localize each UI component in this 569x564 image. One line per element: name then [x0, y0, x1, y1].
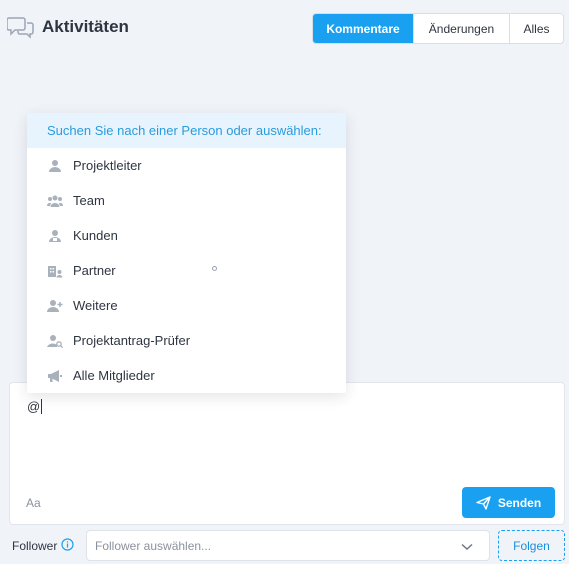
- activity-panel: Aktivitäten Kommentare Änderungen Alles …: [0, 0, 569, 564]
- follow-button[interactable]: Folgen: [498, 530, 565, 561]
- paper-plane-icon: [476, 495, 491, 510]
- mention-item-label: Alle Mitglieder: [73, 368, 155, 383]
- text-caret: [41, 399, 43, 414]
- mention-item-alle-mitglieder[interactable]: Alle Mitglieder: [27, 358, 346, 393]
- megaphone-icon: [47, 368, 63, 384]
- text-format-toggle[interactable]: Aa: [26, 496, 41, 510]
- loading-dot: [212, 266, 217, 271]
- tab-kommentare[interactable]: Kommentare: [313, 14, 413, 43]
- comment-text: @: [27, 399, 41, 414]
- tab-aenderungen[interactable]: Änderungen: [413, 14, 509, 43]
- building-person-icon: [47, 263, 63, 279]
- activity-header: Aktivitäten Kommentare Änderungen Alles: [0, 0, 569, 56]
- follower-select[interactable]: Follower auswählen...: [86, 530, 490, 561]
- tab-alles[interactable]: Alles: [509, 14, 563, 43]
- mention-item-label: Projektantrag-Prüfer: [73, 333, 191, 348]
- mention-item-kunden[interactable]: Kunden: [27, 218, 346, 253]
- follower-label-group: Follower: [12, 538, 74, 554]
- mention-item-projektantrag-pruefer[interactable]: Projektantrag-Prüfer: [27, 323, 346, 358]
- chevron-down-icon: [461, 540, 473, 554]
- mention-item-partner[interactable]: Partner: [27, 253, 346, 288]
- mention-item-label: Partner: [73, 263, 116, 278]
- comment-editor[interactable]: @ Aa Senden: [9, 382, 565, 525]
- send-button-label: Senden: [497, 495, 542, 510]
- mention-item-team[interactable]: Team: [27, 183, 346, 218]
- follower-select-placeholder: Follower auswählen...: [95, 538, 212, 553]
- mention-dropdown-header: Suchen Sie nach einer Person oder auswäh…: [27, 113, 346, 148]
- activity-tabs: Kommentare Änderungen Alles: [312, 13, 564, 44]
- comment-input[interactable]: @: [27, 399, 43, 414]
- team-icon: [47, 193, 63, 209]
- person-add-icon: [47, 298, 63, 314]
- send-button[interactable]: Senden: [462, 487, 555, 518]
- mention-item-label: Team: [73, 193, 105, 208]
- follower-label: Follower: [12, 539, 58, 553]
- person-icon: [47, 158, 63, 174]
- customer-icon: [47, 228, 63, 244]
- info-icon[interactable]: [61, 538, 74, 554]
- mention-item-label: Weitere: [73, 298, 118, 313]
- page-title: Aktivitäten: [42, 17, 129, 36]
- mention-item-projektleiter[interactable]: Projektleiter: [27, 148, 346, 183]
- mention-item-label: Kunden: [73, 228, 118, 243]
- chat-bubbles-icon: [6, 15, 35, 39]
- person-search-icon: [47, 333, 63, 349]
- mention-item-label: Projektleiter: [73, 158, 142, 173]
- mention-item-weitere[interactable]: Weitere: [27, 288, 346, 323]
- mention-dropdown: Suchen Sie nach einer Person oder auswäh…: [27, 113, 346, 393]
